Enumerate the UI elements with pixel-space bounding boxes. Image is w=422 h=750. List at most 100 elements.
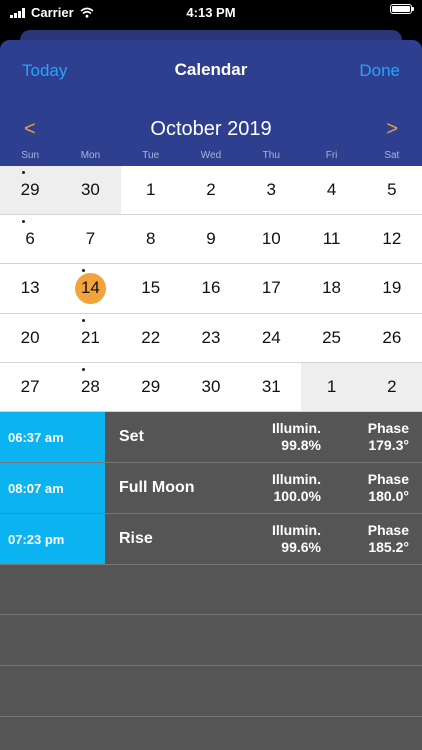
- illumination-label: Illumin.: [272, 420, 321, 436]
- phase-column: Phase 180.0°: [368, 471, 409, 505]
- empty-row: [0, 615, 422, 666]
- calendar-header: < October 2019 > Sun Mon Tue Wed Thu Fri…: [0, 98, 422, 166]
- calendar-day[interactable]: 3: [241, 166, 302, 216]
- calendar-day-number: 14: [74, 272, 106, 304]
- calendar-day[interactable]: 21: [60, 313, 121, 363]
- calendar-day-number: 13: [20, 278, 40, 298]
- calendar-day[interactable]: 13: [0, 264, 61, 314]
- calendar-day[interactable]: 23: [180, 313, 242, 363]
- calendar-day[interactable]: 5: [361, 166, 422, 216]
- calendar-day[interactable]: 24: [241, 313, 302, 363]
- calendar-day[interactable]: 1: [120, 166, 181, 216]
- carrier-label: Carrier: [31, 5, 74, 20]
- event-time: 08:07 am: [0, 463, 105, 513]
- calendar-day[interactable]: 12: [361, 215, 422, 265]
- calendar-day-selected[interactable]: 14: [60, 264, 121, 314]
- calendar-day-number: 11: [322, 229, 341, 249]
- phase-label: Phase: [367, 471, 409, 487]
- calendar-day[interactable]: 11: [301, 215, 362, 265]
- calendar-day-number: 7: [85, 229, 96, 249]
- phase-value: 179.3°: [368, 437, 409, 453]
- illumination-column: Illumin. 99.6%: [272, 522, 321, 556]
- calendar-day-number: 17: [261, 278, 281, 298]
- event-list: 06:37 am Set Illumin. 99.8% Phase 179.3° 08:07…: [0, 412, 422, 565]
- empty-row: [0, 564, 422, 615]
- illumination-label: Illumin.: [272, 522, 321, 538]
- event-row[interactable]: 08:07 am Full Moon Illumin. 100.0% Phase 180.…: [0, 463, 422, 514]
- calendar-day[interactable]: 17: [241, 264, 302, 314]
- calendar-day-number: 26: [382, 327, 402, 347]
- event-dot-icon: [22, 220, 25, 224]
- calendar-day[interactable]: 20: [0, 313, 61, 363]
- calendar-day[interactable]: 30: [60, 166, 121, 216]
- calendar-day-number: 15: [141, 278, 161, 298]
- event-row[interactable]: 06:37 am Set Illumin. 99.8% Phase 179.3°: [0, 412, 422, 463]
- illumination-value: 99.8%: [281, 437, 321, 453]
- status-right: [390, 4, 414, 14]
- calendar-day-number: 5: [387, 180, 397, 200]
- event-body: Set Illumin. 99.8% Phase 179.3°: [105, 412, 422, 462]
- calendar-day-number: 25: [322, 327, 342, 347]
- phase-label: Phase: [367, 420, 409, 436]
- calendar-day[interactable]: 10: [241, 215, 302, 265]
- event-dot-icon: [82, 318, 86, 322]
- calendar-day[interactable]: 7: [60, 215, 121, 265]
- calendar-day[interactable]: 2: [361, 362, 422, 412]
- month-title: October 2019: [150, 118, 272, 140]
- event-row[interactable]: 07:23 pm Rise Illumin. 99.6% Phase 185.2°: [0, 514, 422, 565]
- calendar-day[interactable]: 9: [180, 215, 242, 265]
- calendar-day[interactable]: 2: [180, 166, 242, 216]
- event-name: Rise: [119, 530, 153, 547]
- calendar-day[interactable]: 28: [60, 362, 121, 412]
- calendar-day-number: 19: [382, 278, 402, 298]
- event-body: Full Moon Illumin. 100.0% Phase 180.0°: [105, 463, 422, 513]
- calendar-day-number: 30: [201, 376, 221, 396]
- illumination-value: 99.6%: [281, 539, 321, 555]
- status-left: Carrier: [10, 5, 94, 20]
- battery-level: [392, 6, 410, 12]
- calendar-day[interactable]: 26: [361, 313, 422, 363]
- calendar-day[interactable]: 4: [301, 166, 362, 216]
- calendar-day-number: 22: [141, 327, 161, 347]
- weekday-row: Sun Mon Tue Wed Thu Fri Sat: [0, 150, 422, 166]
- phase-value: 180.0°: [368, 488, 409, 504]
- weekday-label: Fri: [325, 150, 338, 161]
- calendar-day[interactable]: 6: [0, 215, 61, 265]
- illumination-value: 100.0%: [273, 488, 321, 504]
- weekday-label: Wed: [200, 150, 222, 161]
- calendar-day-number: 24: [261, 327, 281, 347]
- weekday-label: Tue: [142, 150, 160, 161]
- calendar-day-number: 29: [20, 180, 40, 200]
- event-name: Set: [119, 428, 144, 445]
- weekday-label: Sat: [384, 150, 400, 161]
- calendar-day[interactable]: 31: [241, 362, 302, 412]
- event-time: 06:37 am: [0, 412, 105, 462]
- empty-list-area: [0, 564, 422, 750]
- weekday-label: Thu: [262, 150, 280, 161]
- calendar-day[interactable]: 1: [301, 362, 362, 412]
- event-time: 07:23 pm: [0, 514, 105, 564]
- calendar-day[interactable]: 29: [120, 362, 181, 412]
- illumination-column: Illumin. 99.8%: [272, 420, 321, 454]
- calendar-day[interactable]: 22: [120, 313, 181, 363]
- calendar-day-number: 2: [387, 376, 397, 396]
- calendar-day[interactable]: 30: [180, 362, 242, 412]
- phase-value: 185.2°: [368, 539, 409, 555]
- calendar-day[interactable]: 18: [301, 264, 362, 314]
- event-name: Full Moon: [119, 479, 195, 496]
- calendar-day[interactable]: 8: [120, 215, 181, 265]
- calendar-day[interactable]: 27: [0, 362, 61, 412]
- calendar-day[interactable]: 29: [0, 166, 61, 216]
- calendar-day[interactable]: 25: [301, 313, 362, 363]
- calendar-day[interactable]: 15: [120, 264, 181, 314]
- calendar-day-number: 28: [80, 376, 100, 396]
- chevron-right-icon[interactable]: >: [386, 118, 398, 141]
- calendar-day[interactable]: 19: [361, 264, 422, 314]
- calendar-day[interactable]: 16: [180, 264, 242, 314]
- done-button[interactable]: Done: [359, 61, 400, 81]
- calendar-day-number: 3: [266, 180, 277, 200]
- calendar-day-number: 31: [261, 376, 281, 396]
- phase-column: Phase 179.3°: [368, 420, 409, 454]
- event-dot-icon: [22, 171, 25, 174]
- signal-icon: [10, 7, 25, 18]
